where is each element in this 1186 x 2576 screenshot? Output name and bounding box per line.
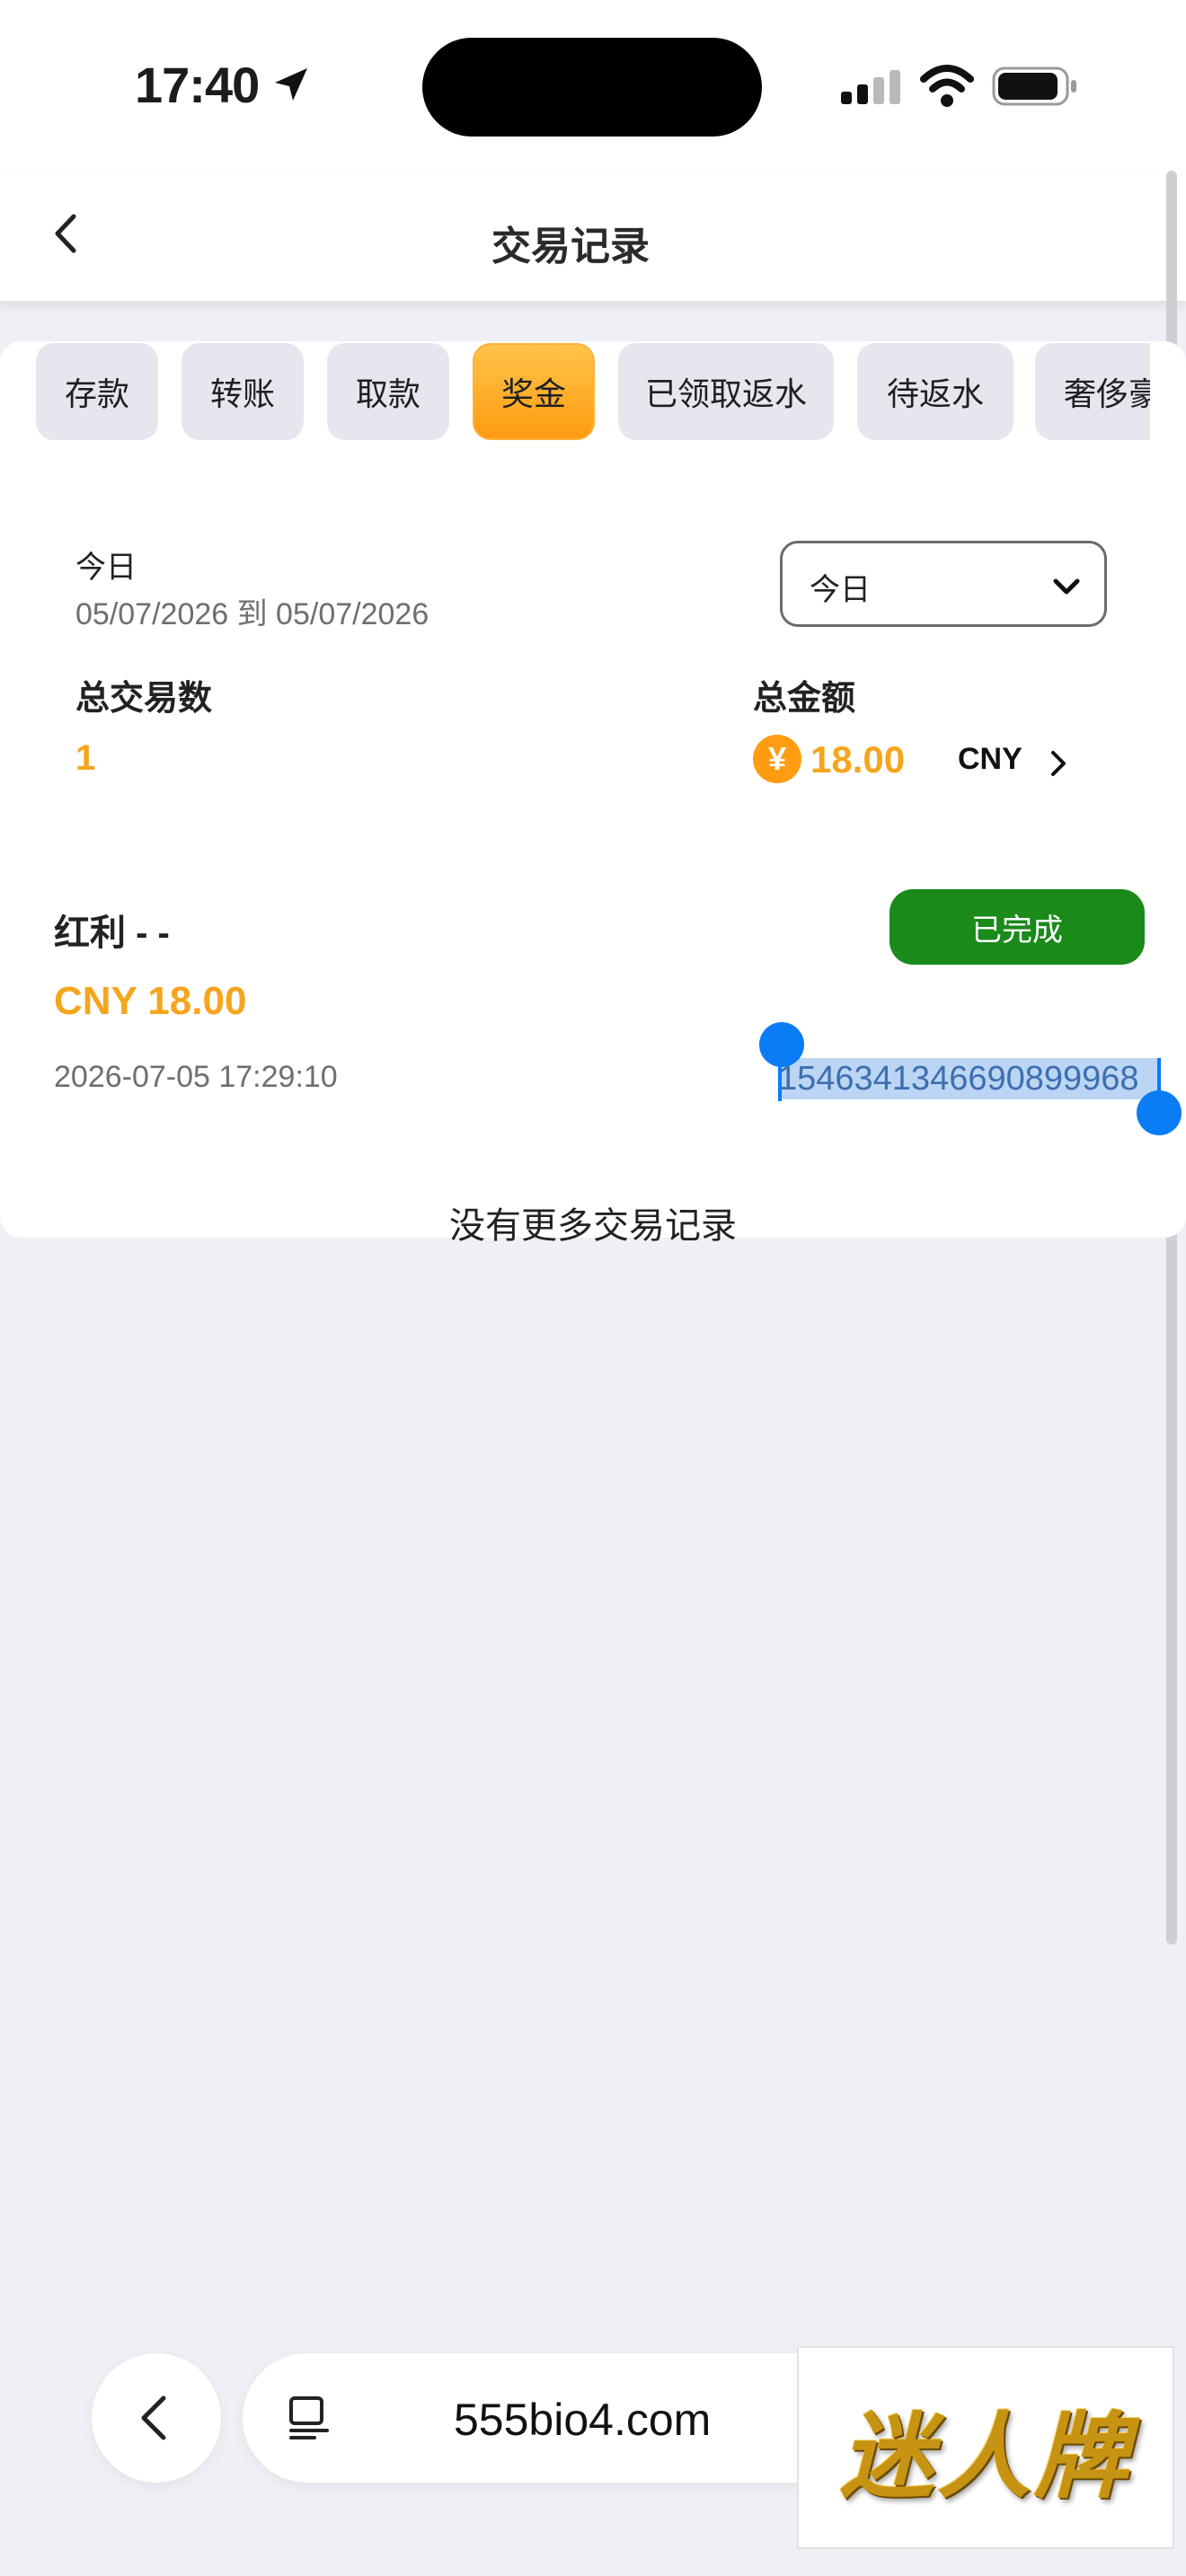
url-text: 555bio4.com (454, 2395, 712, 2445)
tab-deposit[interactable]: 存款 (36, 343, 158, 440)
date-range: 05/07/2026 到 05/07/2026 (75, 597, 429, 631)
tab-label: 存款 (64, 375, 129, 412)
selection-start-handle[interactable] (759, 1022, 804, 1067)
tab-label: 奖金 (500, 375, 566, 412)
transaction-datetime: 2026-07-05 17:29:10 (54, 1060, 338, 1094)
selection-end-handle[interactable] (1137, 1090, 1182, 1135)
tab-label: 已领取返水 (644, 375, 807, 412)
tab-clip: 奢侈豪 (1035, 343, 1150, 440)
tab-withdraw[interactable]: 取款 (327, 343, 449, 440)
total-amount-value: 18.00 (810, 738, 906, 781)
currency-selector[interactable]: CNY (954, 737, 1080, 790)
battery-icon (992, 66, 1076, 106)
tab-rebate-pending[interactable]: 待返水 (857, 343, 1013, 440)
total-count-value: 1 (75, 738, 96, 778)
transaction-id-selected-text[interactable]: 1546341346690899968 (778, 1058, 1159, 1099)
total-amount-label: 总金额 (753, 680, 856, 718)
chevron-right-icon (1051, 751, 1066, 776)
tab-label: 转账 (209, 375, 275, 412)
page-menu-icon[interactable] (282, 2391, 336, 2445)
chevron-down-icon (1053, 578, 1080, 595)
tab-label: 奢侈豪 (1064, 375, 1150, 412)
tab-luxury[interactable]: 奢侈豪 (1035, 343, 1150, 440)
tab-label: 待返水 (886, 375, 984, 412)
date-filter-select[interactable]: 今日 (780, 541, 1107, 627)
overlay-logo-text: 迷人牌 (839, 2400, 1131, 2511)
wifi-icon (920, 65, 974, 107)
browser-back-button[interactable] (92, 2353, 221, 2483)
status-badge: 已完成 (890, 889, 1145, 965)
tab-transfer[interactable]: 转账 (181, 343, 304, 440)
location-arrow-icon (275, 68, 307, 101)
chevron-left-icon (141, 2395, 166, 2440)
total-count-label: 总交易数 (75, 680, 213, 718)
page-title: 交易记录 (491, 225, 650, 269)
overlay-logo: 迷人牌 (797, 2346, 1174, 2549)
tab-rebate-claimed[interactable]: 已领取返水 (618, 343, 834, 440)
transaction-amount: CNY 18.00 (54, 979, 247, 1023)
date-filter-value: 今日 (810, 573, 871, 607)
tab-bonus[interactable]: 奖金 (473, 343, 595, 440)
currency-code: CNY (958, 742, 1022, 776)
status-time: 17:40 (135, 57, 260, 113)
tab-label: 取款 (355, 375, 420, 412)
period-label: 今日 (75, 551, 137, 585)
home-indicator (0, 2549, 1186, 2576)
transaction-type: 红利 - - (54, 913, 170, 953)
cellular-signal-icon (841, 70, 900, 104)
dynamic-island (422, 38, 762, 137)
list-end-text: 没有更多交易记录 (449, 1206, 737, 1246)
currency-coin-icon: ¥ (753, 735, 801, 783)
